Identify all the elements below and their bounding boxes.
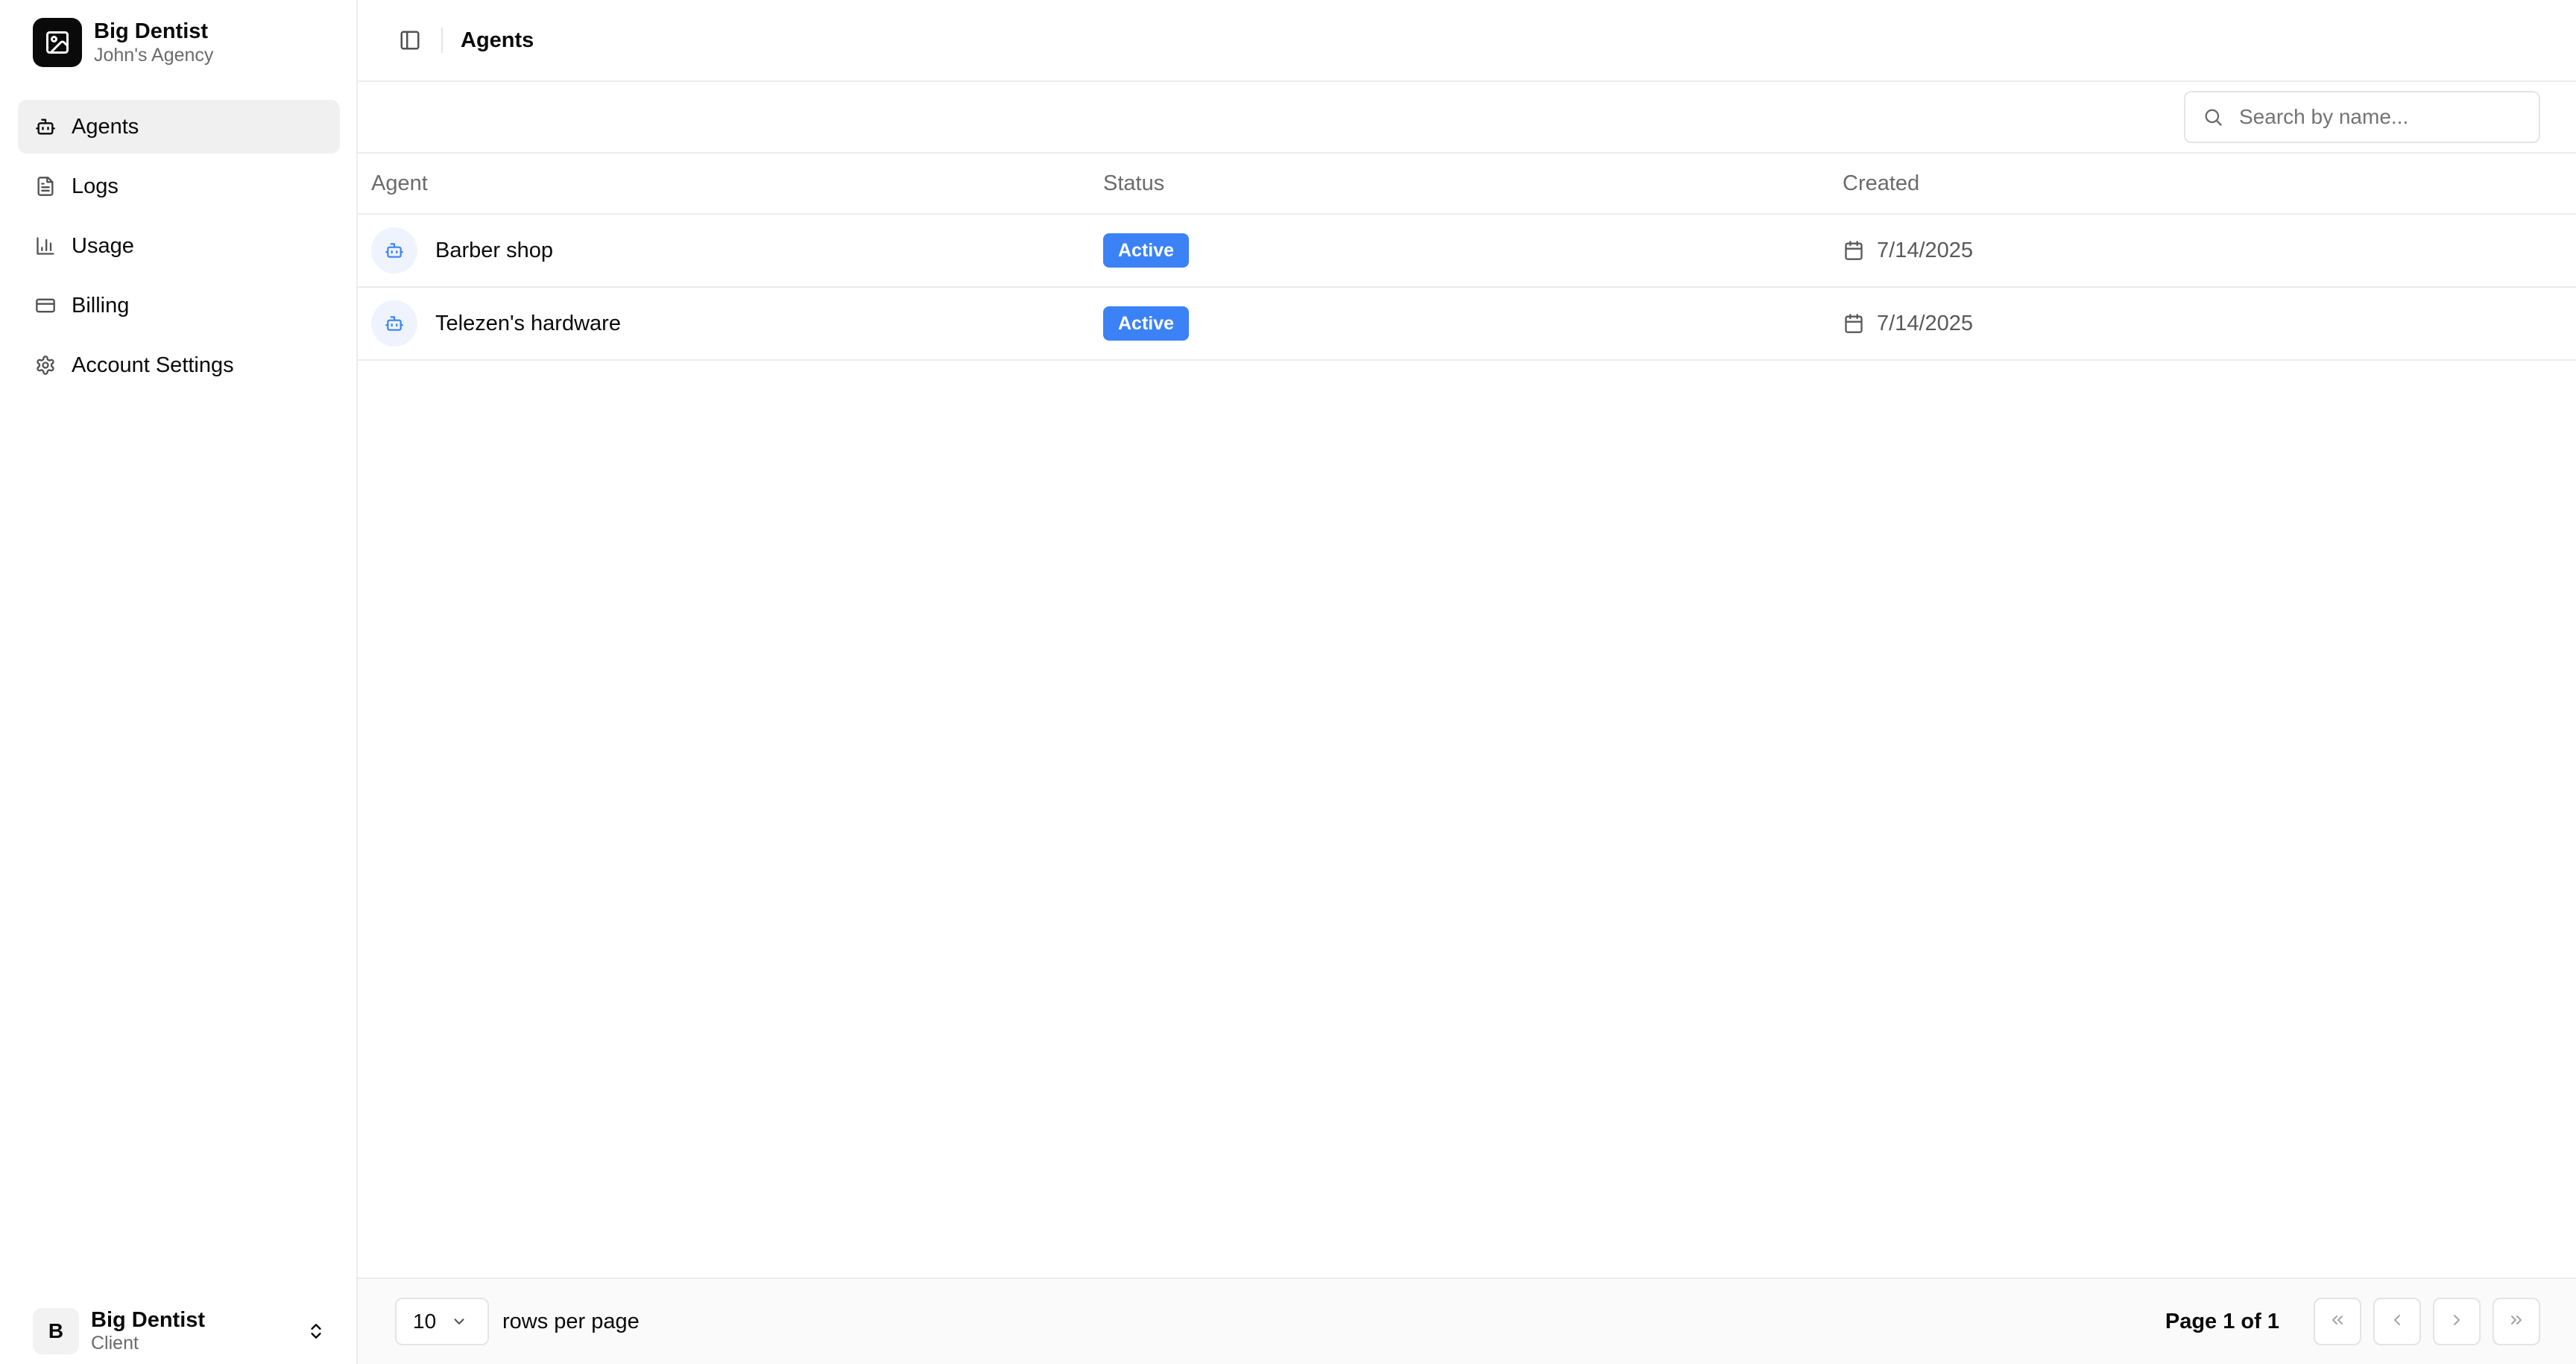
table-row[interactable]: Barber shop Active 7/14/2025 [358,215,2576,288]
bot-icon [371,300,417,347]
bot-icon [34,116,57,138]
workspace-name: Big Dentist [94,19,209,43]
agent-cell: Barber shop [358,227,1097,274]
app: Big Dentist John's Agency Agents Logs Us… [0,0,2576,1364]
credit-card-icon [34,294,57,317]
chevrons-up-down-icon [303,1318,329,1345]
sidebar-item-label: Billing [72,293,130,318]
sidebar-toggle-icon[interactable] [395,25,425,55]
calendar-icon [1843,239,1865,262]
column-header-agent[interactable]: Agent [358,171,1097,196]
sidebar-item-logs[interactable]: Logs [18,160,340,213]
status-cell: Active [1097,306,1837,341]
agent-cell: Telezen's hardware [358,300,1097,347]
search-box[interactable] [2184,91,2540,143]
status-badge: Active [1103,233,1190,268]
chevrons-left-icon [2329,1311,2346,1333]
page-title: Agents [461,28,534,52]
file-text-icon [34,175,57,198]
sidebar-item-label: Usage [72,233,134,258]
topbar: Agents [358,0,2576,82]
user-menu[interactable]: B Big Dentist Client [33,1306,338,1357]
status-cell: Active [1097,233,1837,268]
chevron-left-icon [2388,1311,2406,1333]
chevron-right-icon [2448,1311,2466,1333]
table-row[interactable]: Telezen's hardware Active 7/14/2025 [358,288,2576,361]
sidebar-item-usage[interactable]: Usage [18,219,340,273]
first-page-button[interactable] [2314,1298,2361,1345]
agent-name[interactable]: Telezen's hardware [435,312,621,336]
bot-icon [371,227,417,274]
chevron-down-icon [449,1312,469,1331]
created-cell: 7/14/2025 [1837,239,2576,263]
toolbar [358,82,2576,154]
pagination-bar: 10 rows per page Page 1 of 1 [358,1278,2576,1364]
sidebar-item-label: Account Settings [72,353,234,377]
bar-chart-icon [34,235,57,257]
agent-name[interactable]: Barber shop [435,239,553,263]
chevrons-right-icon [2507,1311,2525,1333]
column-header-status[interactable]: Status [1097,171,1837,196]
image-icon [33,18,82,67]
pager [2302,1298,2540,1345]
table-header: Agent Status Created [358,154,2576,215]
previous-page-button[interactable] [2373,1298,2421,1345]
search-icon [2200,104,2226,130]
sidebar-item-label: Agents [72,114,139,139]
search-input[interactable] [2238,104,2524,130]
rows-per-page-label: rows per page [502,1309,640,1333]
workspace-switcher[interactable]: Big Dentist John's Agency [33,18,213,67]
status-badge: Active [1103,306,1190,341]
sidebar-nav: Agents Logs Usage Billing Account Settin… [18,100,340,398]
gear-icon [34,354,57,376]
user-name: Big Dentist [91,1308,206,1332]
sidebar-item-billing[interactable]: Billing [18,279,340,332]
avatar: B [33,1308,79,1354]
sidebar-item-label: Logs [72,174,119,198]
sidebar-item-account-settings[interactable]: Account Settings [18,338,340,392]
next-page-button[interactable] [2433,1298,2481,1345]
last-page-button[interactable] [2493,1298,2540,1345]
agency-name: John's Agency [94,45,214,66]
created-date: 7/14/2025 [1877,238,1974,262]
user-role: Client [91,1333,139,1354]
calendar-icon [1843,312,1865,335]
rows-per-page-value: 10 [413,1310,437,1333]
rows-per-page-select[interactable]: 10 [395,1298,489,1345]
created-cell: 7/14/2025 [1837,312,2576,336]
sidebar-item-agents[interactable]: Agents [18,100,340,154]
page-info: Page 1 of 1 [2165,1309,2279,1333]
main-content: Agents Agent Status Created Barber shop [358,0,2576,1364]
divider [441,28,443,53]
created-date: 7/14/2025 [1877,311,1974,335]
column-header-created[interactable]: Created [1837,171,2576,196]
sidebar: Big Dentist John's Agency Agents Logs Us… [0,0,358,1364]
